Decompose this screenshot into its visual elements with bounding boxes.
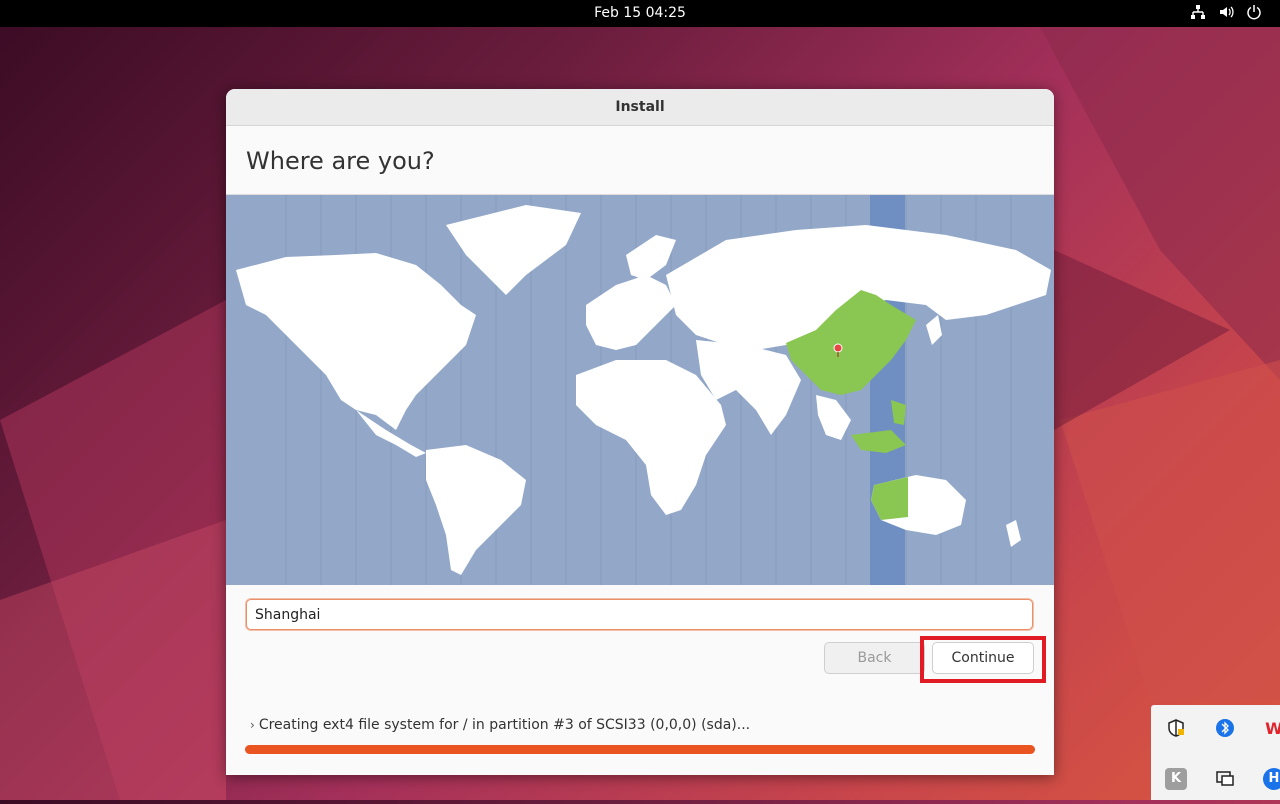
bluetooth-icon[interactable] [1214,718,1236,740]
window-title: Install [226,89,1054,126]
landmass-greenland [446,205,581,295]
install-window: Install Where are you? Shanghai Back Con… [226,89,1054,775]
security-shield-icon[interactable] [1165,718,1187,740]
k-app-icon[interactable]: K [1165,768,1187,790]
display-icon[interactable] [1214,768,1236,790]
wps-icon[interactable]: W [1263,718,1280,740]
status-text: Creating ext4 file system for / in parti… [258,717,751,733]
top-bar: Feb 15 04:25 [0,0,1280,27]
h-app-icon[interactable]: H [1263,768,1280,790]
network-icon[interactable] [1189,4,1207,22]
landmass-scandinavia [626,235,676,280]
landmass-north-america [236,253,476,430]
system-tray-panel: W K H [1151,705,1280,800]
landmass-africa [576,360,726,515]
progress-fill [245,745,1035,754]
chevron-right-icon[interactable]: › [250,718,255,732]
location-input[interactable] [246,599,1033,630]
install-status[interactable]: › Creating ext4 file system for / in part… [250,717,750,733]
highlight-box [920,636,1046,683]
progress-bar [245,745,1035,754]
landmass-new-zealand [1006,520,1021,547]
back-button[interactable]: Back [824,642,925,674]
timezone-map[interactable] [226,195,1054,585]
clock[interactable]: Feb 15 04:25 [0,5,1280,21]
landmass-japan [926,315,942,345]
landmass-europe [586,275,676,350]
page-title: Where are you? [226,126,1054,195]
landmass-south-america [426,445,526,575]
power-icon[interactable] [1245,4,1263,22]
volume-icon[interactable] [1217,4,1235,22]
